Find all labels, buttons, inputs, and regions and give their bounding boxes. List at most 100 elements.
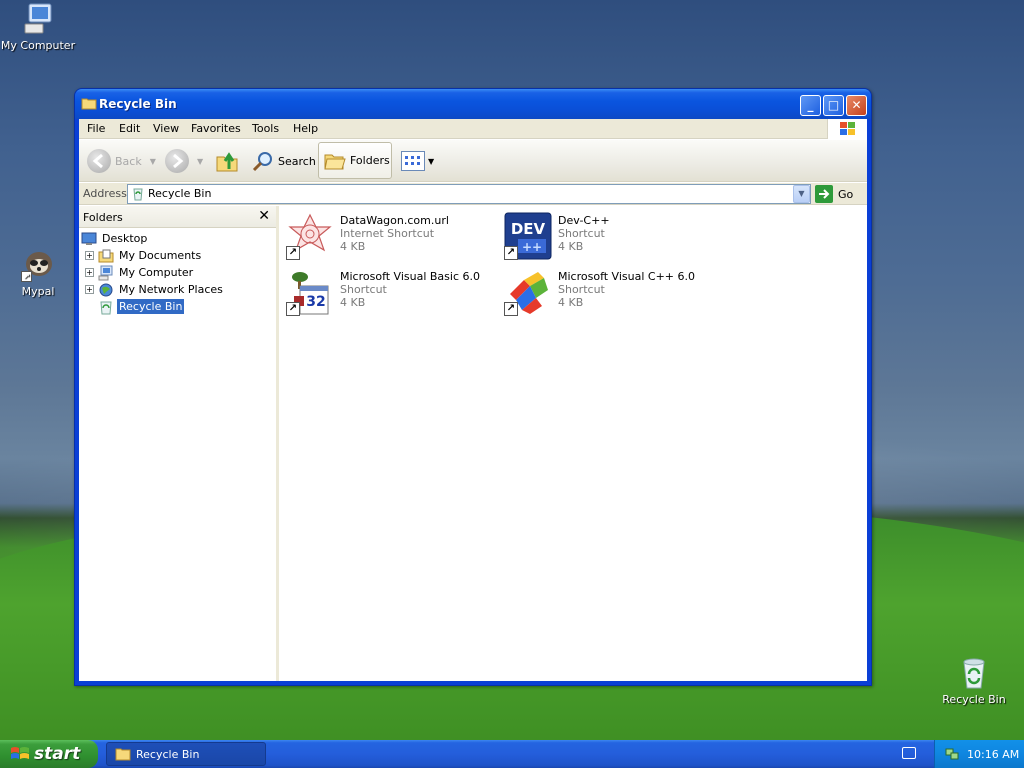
file-item-visual-cpp[interactable]: ↗ Microsoft Visual C++ 6.0 Shortcut 4 KB [504,268,714,318]
menu-tools[interactable]: Tools [252,122,279,135]
address-value: Recycle Bin [148,187,212,200]
close-pane-icon[interactable]: ✕ [258,208,270,224]
menu-edit[interactable]: Edit [119,122,140,135]
desktop-icon-label: Mypal [21,285,55,298]
search-label: Search [278,154,316,168]
start-button[interactable]: start [0,740,98,768]
file-name: Microsoft Visual Basic 6.0 [340,270,481,283]
maximize-button[interactable]: □ [823,95,844,116]
shortcut-arrow-icon: ↗ [21,271,32,282]
expand-icon[interactable]: + [85,268,94,277]
address-bar: Address Recycle Bin ▼ Go [79,183,867,205]
menu-favorites[interactable]: Favorites [191,122,241,135]
forward-button[interactable]: ▼ [165,140,203,182]
clock[interactable]: 10:16 AM [967,748,1019,761]
svg-text:++: ++ [522,240,542,254]
file-item-dev-cpp[interactable]: DEV ++ ↗ Dev-C++ Shortcut 4 KB [504,212,714,262]
views-button[interactable]: ▼ [401,140,434,182]
file-size: 4 KB [558,296,584,309]
shortcut-arrow-icon: ↗ [504,246,518,260]
search-button[interactable]: Search [251,140,316,182]
back-dropdown-icon[interactable]: ▼ [150,157,156,166]
tree-item-label: Desktop [102,232,148,245]
file-item-datawagon[interactable]: ↗ DataWagon.com.url Internet Shortcut 4 … [286,212,496,262]
menu-file[interactable]: File [87,122,105,135]
expand-icon[interactable]: + [85,251,94,260]
tree-item-my-documents[interactable]: + My Documents [85,247,203,264]
my-documents-icon [98,248,114,264]
forward-arrow-icon [165,149,189,173]
file-size: 4 KB [558,240,584,253]
taskbar-button-recycle-bin[interactable]: Recycle Bin [106,742,266,766]
desktop-icon-mypal[interactable]: ↗ Mypal [0,248,76,298]
tree-item-my-computer[interactable]: + My Computer [85,264,195,281]
tree-item-desktop[interactable]: Desktop [81,230,149,247]
file-name: Dev-C++ [558,214,610,227]
recycle-bin-icon [957,656,991,690]
desktop-icon-label: My Computer [0,39,76,52]
mypal-raccoon-icon: ↗ [21,248,55,282]
window-title: Recycle Bin [99,97,177,111]
desktop-icon-recycle-bin[interactable]: Recycle Bin [936,656,1012,706]
search-icon [251,149,275,173]
file-list: ↗ DataWagon.com.url Internet Shortcut 4 … [282,206,867,681]
folders-button[interactable]: Folders [318,142,392,179]
folders-pane: Folders ✕ Desktop + My Documents + My Co… [79,206,279,681]
views-dropdown-icon[interactable]: ▼ [428,157,434,166]
minimize-button[interactable]: _ [800,95,821,116]
folders-pane-header: Folders ✕ [79,206,276,228]
menu-view[interactable]: View [153,122,179,135]
file-item-visual-basic[interactable]: 32 ↗ Microsoft Visual Basic 6.0 Shortcut… [286,268,496,318]
network-tray-icon[interactable] [945,747,959,761]
taskbar-button-label: Recycle Bin [136,747,200,761]
folders-pane-title: Folders [83,211,123,224]
file-name: Microsoft Visual C++ 6.0 [558,270,695,283]
address-label: Address [83,187,127,200]
back-label: Back [115,154,142,168]
up-folder-button[interactable] [215,140,239,182]
tree-item-my-network-places[interactable]: + My Network Places [85,281,225,298]
file-type: Internet Shortcut [340,227,435,240]
my-computer-small-icon [98,265,114,281]
recycle-bin-icon [81,97,97,110]
desktop-icon-my-computer[interactable]: My Computer [0,2,76,52]
go-button[interactable]: Go [815,184,853,204]
standard-toolbar: Back ▼ ▼ Search Folders ▼ [79,140,867,182]
internet-shortcut-icon: ↗ [286,212,334,260]
expand-icon[interactable]: + [85,285,94,294]
close-button[interactable]: ✕ [846,95,867,116]
tree-item-label: My Network Places [119,283,223,296]
file-name: DataWagon.com.url [340,214,449,227]
title-bar[interactable]: Recycle Bin _ □ ✕ [75,89,871,119]
shortcut-arrow-icon: ↗ [504,302,518,316]
shortcut-arrow-icon: ↗ [286,302,300,316]
folders-label: Folders [350,154,390,167]
desktop-icon-label: Recycle Bin [942,693,1006,706]
tree-item-recycle-bin[interactable]: Recycle Bin [98,298,185,315]
folders-icon [323,149,347,173]
system-tray: 10:16 AM [934,740,1024,768]
tree-item-label: My Documents [119,249,202,262]
file-type: Shortcut [558,227,605,240]
address-dropdown-icon[interactable]: ▼ [793,185,810,203]
svg-text:DEV: DEV [511,220,546,238]
visual-cpp-icon: ↗ [504,268,552,316]
desktop-icon [81,231,97,247]
menu-help[interactable]: Help [293,122,318,135]
windows-logo-icon [827,119,867,139]
tree-item-label: My Computer [119,266,194,279]
keyboard-icon[interactable] [902,747,916,759]
back-arrow-icon [87,149,111,173]
file-size: 4 KB [340,240,366,253]
address-input[interactable]: Recycle Bin [127,184,811,204]
svg-text:32: 32 [306,294,325,310]
shortcut-arrow-icon: ↗ [286,246,300,260]
explorer-window: Recycle Bin _ □ ✕ File Edit View Favorit… [74,88,872,686]
recycle-bin-small-icon [98,299,114,315]
windows-flag-icon [10,745,30,763]
forward-dropdown-icon[interactable]: ▼ [197,157,203,166]
visual-basic-icon: 32 ↗ [286,268,334,316]
back-button[interactable]: Back ▼ [87,140,156,182]
network-globe-icon [98,282,114,298]
recycle-bin-small-icon [131,187,145,201]
